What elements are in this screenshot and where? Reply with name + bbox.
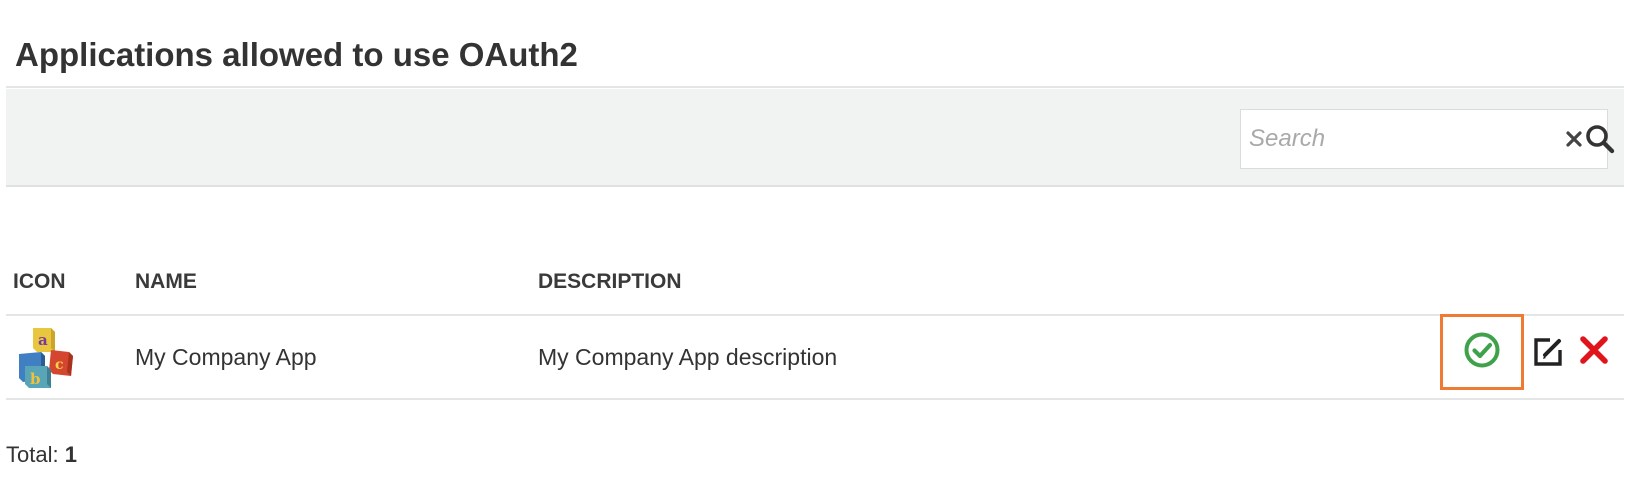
check-circle-icon (1462, 330, 1502, 375)
column-header-name[interactable]: NAME (135, 270, 197, 294)
approve-button[interactable] (1440, 314, 1524, 390)
svg-text:b: b (30, 370, 41, 388)
row-divider (6, 398, 1624, 400)
app-name: My Company App (135, 344, 317, 370)
clear-search-icon[interactable] (1564, 124, 1584, 154)
column-header-description[interactable]: DESCRIPTION (538, 270, 682, 294)
total-label: Total: (6, 442, 59, 467)
oauth-apps-page: Applications allowed to use OAuth2 ICON … (0, 0, 1630, 486)
search-input[interactable] (1241, 110, 1564, 168)
toolbar (6, 89, 1624, 187)
table-row[interactable]: a c b My Company App My Company App desc… (6, 314, 1624, 398)
delete-x-icon (1578, 334, 1610, 371)
edit-button[interactable] (1528, 334, 1568, 374)
svg-text:c: c (55, 357, 64, 373)
edit-icon (1530, 334, 1566, 375)
search-box (1240, 109, 1615, 169)
total-value: 1 (64, 442, 77, 467)
svg-text:a: a (38, 331, 48, 349)
title-divider (6, 86, 1624, 88)
page-title: Applications allowed to use OAuth2 (15, 36, 578, 73)
app-description: My Company App description (538, 344, 838, 370)
abc-blocks-icon: a c b (11, 324, 77, 390)
delete-button[interactable] (1576, 334, 1612, 370)
search-icon[interactable] (1584, 117, 1616, 161)
total-count: Total: 1 (6, 442, 77, 468)
column-header-icon: ICON (13, 270, 66, 293)
